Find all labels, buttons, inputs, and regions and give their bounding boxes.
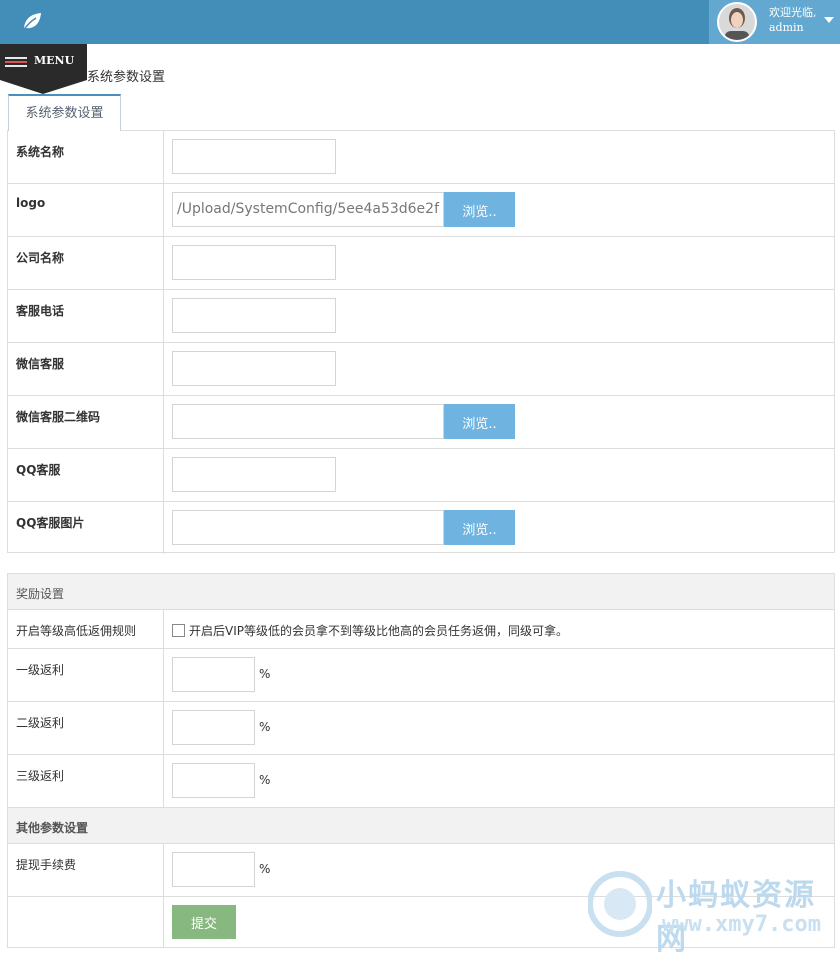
form-row-company-name: 公司名称 bbox=[8, 237, 834, 290]
logo-browse-button[interactable]: 浏览.. bbox=[444, 192, 515, 227]
welcome-text: 欢迎光临, admin bbox=[769, 5, 817, 35]
company-name-input[interactable] bbox=[172, 245, 336, 280]
user-name: admin bbox=[769, 21, 804, 34]
wechat-service-input[interactable] bbox=[172, 351, 336, 386]
reward-settings-form: 奖励设置 开启等级高低返佣规则 开启后VIP等级低的会员拿不到等级比他高的会员任… bbox=[7, 573, 835, 948]
avatar bbox=[717, 2, 757, 42]
field-label: QQ客服 bbox=[8, 449, 164, 501]
percent-unit: % bbox=[259, 720, 271, 734]
form-row-level-rule: 开启等级高低返佣规则 开启后VIP等级低的会员拿不到等级比他高的会员任务返佣，同… bbox=[8, 610, 834, 649]
field-label: 一级返利 bbox=[8, 649, 164, 701]
level-rule-description: 开启后VIP等级低的会员拿不到等级比他高的会员任务返佣，同级可拿。 bbox=[189, 624, 568, 638]
field-label-empty bbox=[8, 897, 164, 947]
system-name-input[interactable] bbox=[172, 139, 336, 174]
form-row-level2-rebate: 二级返利 % bbox=[8, 702, 834, 755]
form-row-level1-rebate: 一级返利 % bbox=[8, 649, 834, 702]
menu-toggle[interactable]: MENU bbox=[0, 44, 87, 94]
section-heading-reward: 奖励设置 bbox=[8, 574, 834, 610]
level3-rebate-input[interactable] bbox=[172, 763, 255, 798]
hamburger-icon bbox=[5, 57, 27, 69]
leaf-icon[interactable] bbox=[20, 10, 44, 34]
level1-rebate-input[interactable] bbox=[172, 657, 255, 692]
field-label: logo bbox=[8, 184, 164, 236]
form-row-wechat-service: 微信客服 bbox=[8, 343, 834, 396]
qq-service-input[interactable] bbox=[172, 457, 336, 492]
form-row-logo: logo /Upload/SystemConfig/5ee4a53d6e2f 浏览… bbox=[8, 184, 834, 237]
logo-path-input[interactable]: /Upload/SystemConfig/5ee4a53d6e2f bbox=[172, 192, 444, 227]
field-label: QQ客服图片 bbox=[8, 502, 164, 554]
wechat-qrcode-browse-button[interactable]: 浏览.. bbox=[444, 404, 515, 439]
top-navbar: 欢迎光临, admin bbox=[0, 0, 840, 44]
service-phone-input[interactable] bbox=[172, 298, 336, 333]
percent-unit: % bbox=[259, 773, 271, 787]
form-row-withdraw-fee: 提现手续费 % bbox=[8, 844, 834, 897]
wechat-qrcode-input[interactable] bbox=[172, 404, 444, 439]
form-row-submit: 提交 bbox=[8, 897, 834, 947]
percent-unit: % bbox=[259, 667, 271, 681]
qq-image-input[interactable] bbox=[172, 510, 444, 545]
submit-button[interactable]: 提交 bbox=[172, 905, 236, 939]
user-menu[interactable]: 欢迎光临, admin bbox=[709, 0, 840, 44]
level-rule-checkbox[interactable] bbox=[172, 624, 185, 637]
system-settings-form: 系统名称 logo /Upload/SystemConfig/5ee4a53d6… bbox=[7, 130, 835, 554]
page-title: 系统参数设置 bbox=[87, 70, 166, 85]
field-label: 提现手续费 bbox=[8, 844, 164, 896]
welcome-greeting: 欢迎光临, bbox=[769, 6, 817, 19]
form-row-service-phone: 客服电话 bbox=[8, 290, 834, 343]
field-label: 微信客服二维码 bbox=[8, 396, 164, 448]
caret-down-icon[interactable] bbox=[824, 17, 834, 23]
field-label: 微信客服 bbox=[8, 343, 164, 395]
form-row-system-name: 系统名称 bbox=[8, 131, 834, 184]
percent-unit: % bbox=[259, 862, 271, 876]
form-row-level3-rebate: 三级返利 % bbox=[8, 755, 834, 808]
level2-rebate-input[interactable] bbox=[172, 710, 255, 745]
field-label: 公司名称 bbox=[8, 237, 164, 289]
field-label: 三级返利 bbox=[8, 755, 164, 807]
withdraw-fee-input[interactable] bbox=[172, 852, 255, 887]
field-label: 开启等级高低返佣规则 bbox=[8, 610, 164, 648]
menu-label: MENU bbox=[34, 54, 75, 67]
form-row-qq-service: QQ客服 bbox=[8, 449, 834, 502]
field-label: 二级返利 bbox=[8, 702, 164, 754]
section-heading-other: 其他参数设置 bbox=[8, 808, 834, 844]
form-row-wechat-qrcode: 微信客服二维码 浏览.. bbox=[8, 396, 834, 449]
qq-image-browse-button[interactable]: 浏览.. bbox=[444, 510, 515, 545]
tab-system-settings[interactable]: 系统参数设置 bbox=[8, 94, 121, 131]
form-row-qq-image: QQ客服图片 浏览.. bbox=[8, 502, 834, 554]
field-label: 客服电话 bbox=[8, 290, 164, 342]
field-label: 系统名称 bbox=[8, 131, 164, 183]
